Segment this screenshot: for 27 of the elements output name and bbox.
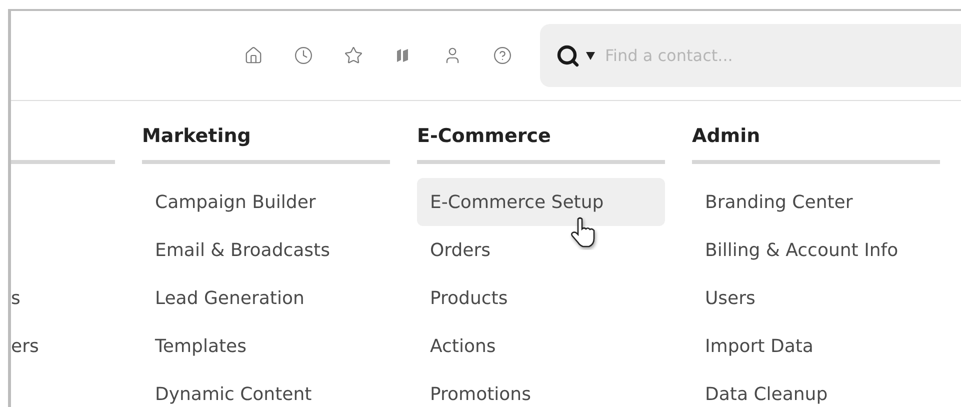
caret-icon[interactable] — [586, 52, 595, 60]
menu-item[interactable]: Import Data — [692, 322, 940, 370]
search-field[interactable]: Find a contact... — [540, 24, 961, 87]
search-input[interactable]: Find a contact... — [603, 45, 961, 66]
menu-item[interactable]: Templates — [142, 322, 390, 370]
column-heading: Admin — [692, 125, 762, 149]
menu-item[interactable]: Orders — [417, 226, 665, 274]
menu-item[interactable]: s — [11, 274, 115, 322]
menu-item[interactable]: Promotions — [417, 370, 665, 407]
menu-item[interactable]: Actions — [417, 322, 665, 370]
menu-item[interactable]: Campaign Builder — [142, 178, 390, 226]
column-heading: Marketing — [142, 125, 252, 149]
help-icon[interactable] — [493, 46, 512, 65]
home-icon[interactable] — [244, 46, 263, 65]
menu-item[interactable]: Products — [417, 274, 665, 322]
star-icon[interactable] — [344, 46, 363, 65]
menu-item[interactable]: ers — [11, 322, 115, 370]
menu-item[interactable]: Branding Center — [692, 178, 940, 226]
menu-item[interactable]: Dynamic Content — [142, 370, 390, 407]
column-heading: E-Commerce — [417, 125, 552, 149]
search-icon — [556, 44, 580, 68]
menu-item[interactable]: Email & Broadcasts — [142, 226, 390, 274]
menu-item[interactable]: Billing & Account Info — [692, 226, 940, 274]
menu-item[interactable]: Data Cleanup — [692, 370, 940, 407]
menu-item[interactable]: Users — [692, 274, 940, 322]
clock-icon[interactable] — [294, 46, 313, 65]
menu-item[interactable]: Lead Generation — [142, 274, 390, 322]
